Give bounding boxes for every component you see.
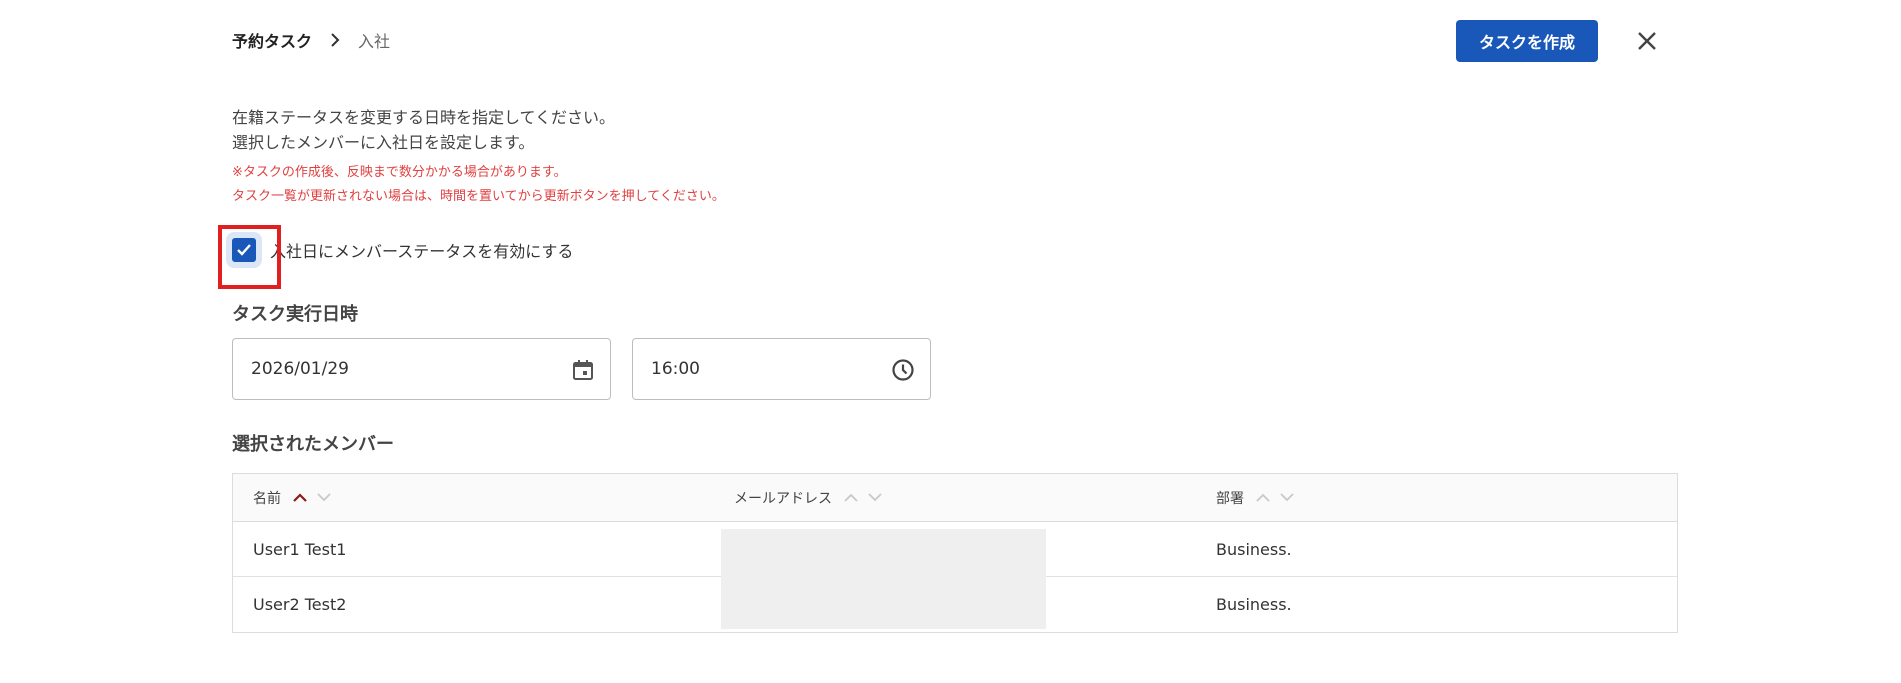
column-header-name[interactable]: 名前 xyxy=(233,474,714,521)
highlight-box xyxy=(218,225,281,289)
column-label: 部署 xyxy=(1216,490,1244,507)
cell-department: Business. xyxy=(1216,595,1292,614)
column-label: 名前 xyxy=(253,490,281,507)
description-line-1: 在籍ステータスを変更する日時を指定してください。 xyxy=(232,108,616,127)
time-field[interactable]: 16:00 xyxy=(632,338,931,400)
sort-asc-icon[interactable] xyxy=(1254,489,1272,507)
create-task-button[interactable]: タスクを作成 xyxy=(1456,20,1598,62)
sort-desc-icon[interactable] xyxy=(866,489,884,507)
column-header-department[interactable]: 部署 xyxy=(1196,474,1677,521)
description: 在籍ステータスを変更する日時を指定してください。 選択したメンバーに入社日を設定… xyxy=(232,105,615,155)
sort-controls xyxy=(1254,489,1296,507)
cell-name: User2 Test2 xyxy=(253,595,347,614)
close-icon[interactable] xyxy=(1632,26,1662,56)
time-value[interactable]: 16:00 xyxy=(651,359,700,379)
page-header: 予約タスク 入社 タスクを作成 xyxy=(232,20,1682,62)
cell-name: User1 Test1 xyxy=(253,539,347,559)
selected-members-title: 選択されたメンバー xyxy=(232,434,394,455)
chevron-right-icon xyxy=(326,31,344,49)
sort-asc-active-icon[interactable] xyxy=(291,489,309,507)
column-label: メールアドレス xyxy=(734,490,832,507)
breadcrumb-root[interactable]: 予約タスク xyxy=(232,28,312,52)
clock-icon[interactable] xyxy=(890,357,916,383)
sort-controls xyxy=(291,489,333,507)
note-line-1: ※タスクの作成後、反映まで数分かかる場合があります。 xyxy=(232,165,567,180)
description-line-2: 選択したメンバーに入社日を設定します。 xyxy=(232,133,535,152)
redacted-email-block xyxy=(721,529,1046,577)
table-header: 名前 メールアドレス 部署 xyxy=(233,474,1677,522)
cell-department: Business. xyxy=(1216,539,1292,559)
table-row: User2 Test2 Business. xyxy=(233,577,1677,632)
sort-controls xyxy=(842,489,884,507)
checkbox-label[interactable]: 入社日にメンバーステータスを有効にする xyxy=(270,238,573,262)
sort-desc-icon[interactable] xyxy=(1278,489,1296,507)
schedule-title: タスク実行日時 xyxy=(232,304,358,325)
date-field[interactable]: 2026/01/29 xyxy=(232,338,611,400)
redacted-email-block xyxy=(721,577,1046,629)
column-header-email[interactable]: メールアドレス xyxy=(714,474,1196,521)
members-table: 名前 メールアドレス 部署 User1 Test1 Business. User… xyxy=(232,473,1678,633)
warning-notes: ※タスクの作成後、反映まで数分かかる場合があります。 タスク一覧が更新されない場… xyxy=(232,161,725,209)
sort-asc-icon[interactable] xyxy=(842,489,860,507)
table-row: User1 Test1 Business. xyxy=(233,522,1677,577)
activate-status-checkbox-row[interactable]: 入社日にメンバーステータスを有効にする xyxy=(232,238,573,262)
note-line-2: タスク一覧が更新されない場合は、時間を置いてから更新ボタンを押してください。 xyxy=(232,189,725,204)
breadcrumb-current: 入社 xyxy=(358,32,391,51)
date-value[interactable]: 2026/01/29 xyxy=(251,359,349,379)
sort-desc-icon[interactable] xyxy=(315,489,333,507)
calendar-icon[interactable] xyxy=(570,357,596,383)
breadcrumb: 予約タスク 入社 xyxy=(232,28,390,52)
